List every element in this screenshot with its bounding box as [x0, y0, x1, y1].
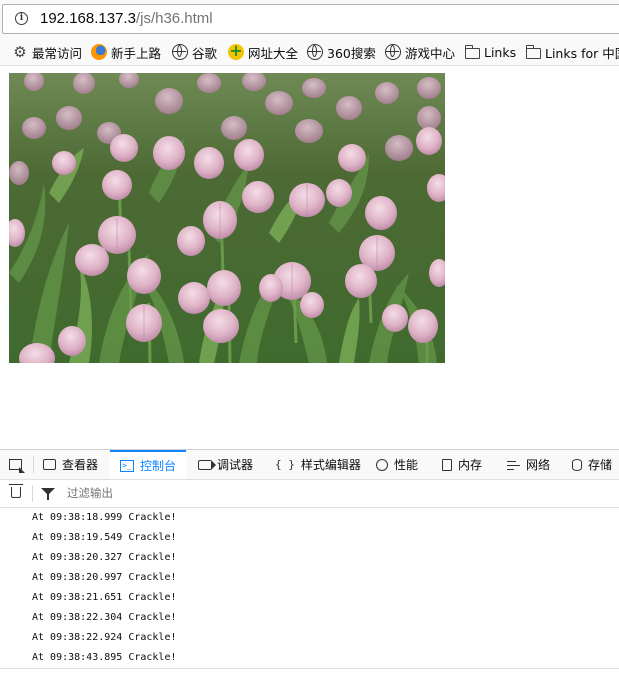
tab-label: 调试器: [217, 458, 254, 472]
firefox-icon: [91, 44, 107, 60]
bookmark-label: 谷歌: [192, 45, 218, 61]
style-editor-icon: { }: [275, 458, 295, 471]
info-icon[interactable]: i: [15, 12, 28, 25]
console-log-line: At 09:38:21.651 Crackle!: [32, 592, 177, 603]
tab-label: 性能: [394, 458, 419, 472]
bookmark-label: 网址大全: [248, 45, 299, 61]
tab-label: 存储: [588, 458, 613, 472]
address-bar[interactable]: i 192.168.137.3/js/h36.html: [2, 4, 619, 34]
tab-separator: [33, 456, 34, 473]
console-icon: >_: [120, 459, 134, 472]
console-log-line: At 09:38:22.924 Crackle!: [32, 632, 177, 643]
element-picker-icon: [9, 459, 22, 470]
performance-icon: [376, 458, 388, 471]
console-output: At 09:38:18.999 Crackle! At 09:38:19.549…: [0, 508, 619, 668]
url-text[interactable]: 192.168.137.3/js/h36.html: [40, 10, 213, 27]
console-input-divider: [0, 668, 619, 669]
tab-label: 网络: [526, 458, 551, 472]
url-bar-area: i 192.168.137.3/js/h36.html: [0, 0, 619, 38]
tab-console[interactable]: >_ 控制台: [110, 450, 187, 479]
tab-label: 内存: [458, 458, 483, 472]
bookmark-links[interactable]: Links: [465, 42, 516, 62]
console-log-line: At 09:38:43.895 Crackle!: [32, 652, 177, 663]
network-icon: [507, 460, 520, 470]
tulip-photo: [9, 73, 445, 363]
devtools-tab-bar: 查看器 >_ 控制台 调试器 { } 样式编辑器 性能 内存 网络 存储: [0, 450, 619, 480]
bookmark-label: 游戏中心: [405, 45, 456, 61]
element-picker-button[interactable]: [9, 450, 31, 479]
globe-icon: [307, 44, 323, 60]
globe-icon: [172, 44, 188, 60]
bookmark-label: 最常访问: [32, 45, 83, 61]
storage-icon: [572, 458, 582, 471]
tab-label: 控制台: [140, 459, 177, 473]
toolbar-separator: [32, 485, 33, 502]
bookmark-game-center[interactable]: 游戏中心: [385, 42, 455, 62]
tab-performance[interactable]: 性能: [376, 450, 418, 479]
bookmark-label: Links: [484, 44, 517, 60]
globe-icon: [385, 44, 401, 60]
folder-icon: [465, 44, 480, 59]
tab-memory[interactable]: 内存: [442, 450, 482, 479]
bookmarks-toolbar: ⚙ 最常访问 新手上路 谷歌 网址大全 360搜索 游戏中心 Links Lin…: [0, 38, 619, 66]
plus-circle-icon: [228, 42, 244, 60]
filter-icon[interactable]: [41, 488, 55, 500]
console-log-line: At 09:38:18.999 Crackle!: [32, 512, 177, 523]
folder-icon: [526, 44, 541, 59]
tab-inspector[interactable]: 查看器: [43, 450, 98, 479]
console-log-line: At 09:38:19.549 Crackle!: [32, 532, 177, 543]
url-host: 192.168.137.3: [40, 10, 136, 27]
console-log-line: At 09:38:20.997 Crackle!: [32, 572, 177, 583]
console-log-line: At 09:38:22.304 Crackle!: [32, 612, 177, 623]
console-toolbar: [0, 480, 619, 508]
url-path: /js/h36.html: [135, 10, 213, 27]
tab-style-editor[interactable]: { } 样式编辑器: [275, 450, 361, 479]
devtools-panel: 查看器 >_ 控制台 调试器 { } 样式编辑器 性能 内存 网络 存储 过滤输…: [0, 449, 619, 674]
bookmark-360-search[interactable]: 360搜索: [307, 42, 376, 62]
tab-debugger[interactable]: 调试器: [198, 450, 253, 479]
console-log-line: At 09:38:20.327 Crackle!: [32, 552, 177, 563]
memory-icon: [442, 458, 452, 471]
bookmark-getting-started[interactable]: 新手上路: [91, 42, 161, 62]
bookmark-links-china[interactable]: Links for 中国: [526, 42, 619, 62]
bookmark-label: 新手上路: [111, 45, 162, 61]
tab-label: 样式编辑器: [300, 458, 361, 472]
trash-icon[interactable]: [9, 484, 23, 498]
tab-network[interactable]: 网络: [507, 450, 550, 479]
bookmark-url-directory[interactable]: 网址大全: [228, 42, 298, 62]
debugger-icon: [198, 459, 216, 470]
tab-storage[interactable]: 存储: [572, 450, 612, 479]
filter-output-input[interactable]: [67, 485, 367, 501]
bookmark-most-visited[interactable]: ⚙ 最常访问: [12, 42, 82, 62]
bookmark-label: Links for 中国: [545, 45, 619, 61]
bookmark-label: 360搜索: [327, 45, 376, 61]
tab-label: 查看器: [62, 458, 99, 472]
bookmark-google[interactable]: 谷歌: [172, 42, 217, 62]
inspector-icon: [43, 459, 56, 470]
gear-icon: ⚙: [13, 43, 27, 61]
